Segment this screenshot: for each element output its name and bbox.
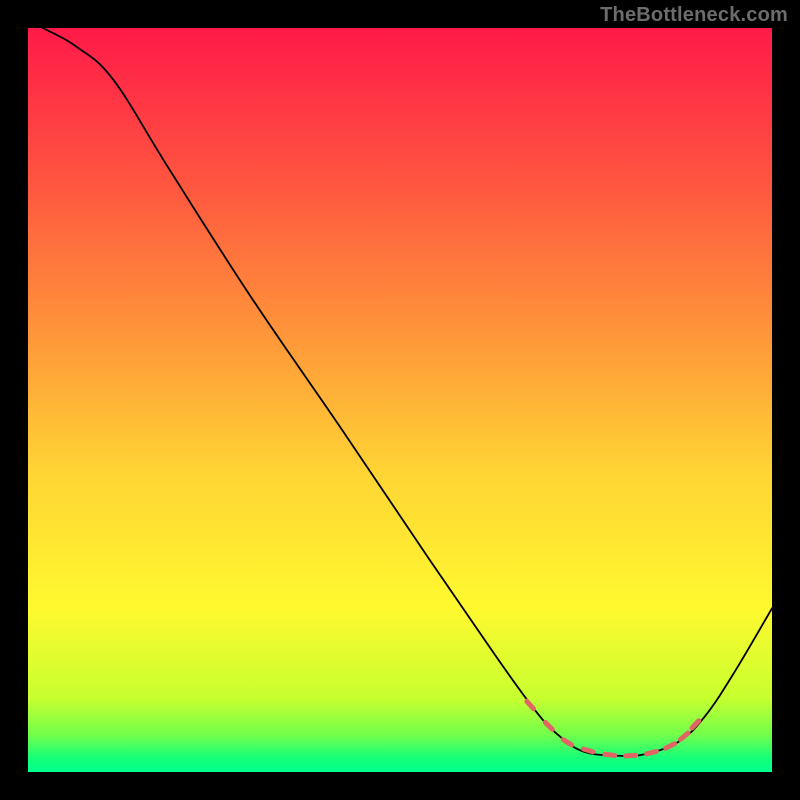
chart-plot-area bbox=[28, 28, 772, 772]
watermark-label: TheBottleneck.com bbox=[600, 4, 788, 27]
chart-background bbox=[28, 28, 772, 772]
marker-dash-segment bbox=[647, 751, 657, 753]
marker-dash-segment bbox=[583, 749, 593, 752]
marker-dash-segment bbox=[626, 755, 636, 756]
chart-container: TheBottleneck.com bbox=[0, 0, 800, 800]
marker-dash-segment bbox=[605, 754, 615, 755]
